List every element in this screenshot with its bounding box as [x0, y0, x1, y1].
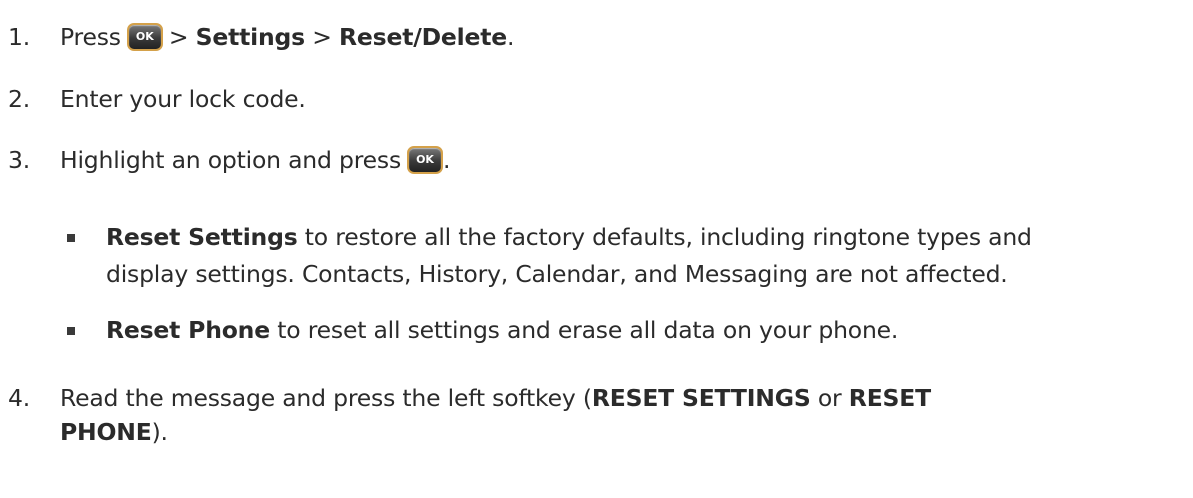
bullet-reset-phone: Reset Phone to reset all settings and er…: [106, 315, 898, 345]
option-reset-phone: Reset Phone: [106, 316, 270, 344]
menu-reset-delete: Reset/Delete: [339, 23, 508, 51]
period: .: [443, 146, 451, 174]
step-number: 1.: [8, 23, 31, 51]
softkey-reset-settings: RESET SETTINGS: [591, 384, 811, 412]
step-number: 2.: [8, 85, 31, 113]
step-text: Enter your lock code.: [60, 85, 306, 113]
step-text-main: Highlight an option and press: [60, 146, 401, 174]
option-reset-settings: Reset Settings: [106, 223, 298, 251]
ok-key-icon: OK: [126, 23, 163, 51]
step-text-main: Read the message and press the left soft…: [60, 384, 592, 412]
bullet-reset-settings-line2: display settings. Contacts, History, Cal…: [106, 259, 1008, 289]
menu-settings: Settings: [195, 23, 306, 51]
ok-key-icon: OK: [407, 146, 443, 174]
separator: >: [168, 23, 189, 51]
step-text: Highlight an option and press OK.: [60, 145, 450, 175]
ok-key-label: OK: [135, 30, 154, 43]
step-number: 4.: [8, 384, 31, 412]
bullet-marker: [67, 327, 75, 335]
bullet-marker: [67, 234, 75, 242]
ok-key-label: OK: [416, 153, 434, 166]
softkey-phone: PHONE: [60, 418, 152, 446]
step-text: Press OK > Settings > Reset/Delete.: [60, 22, 515, 52]
step-number: 3.: [8, 146, 31, 174]
softkey-reset: RESET: [848, 384, 931, 412]
instruction-document: 1. Press OK > Settings > Reset/Delete. 2. …: [0, 0, 1193, 498]
step-text: Read the message and press the left soft…: [60, 383, 931, 413]
closing-text: ).: [151, 418, 168, 446]
option-description-cont: display settings. Contacts, History, Cal…: [106, 260, 1008, 288]
option-description: to reset all settings and erase all data…: [277, 316, 899, 344]
period: .: [507, 23, 515, 51]
separator: >: [312, 23, 332, 51]
bullet-reset-settings-line1: Reset Settings to restore all the factor…: [106, 222, 1032, 252]
or-text: or: [817, 384, 842, 412]
press-text: Press: [60, 23, 121, 51]
step-text-cont: PHONE).: [60, 417, 168, 447]
option-description: to restore all the factory defaults, inc…: [304, 223, 1032, 251]
